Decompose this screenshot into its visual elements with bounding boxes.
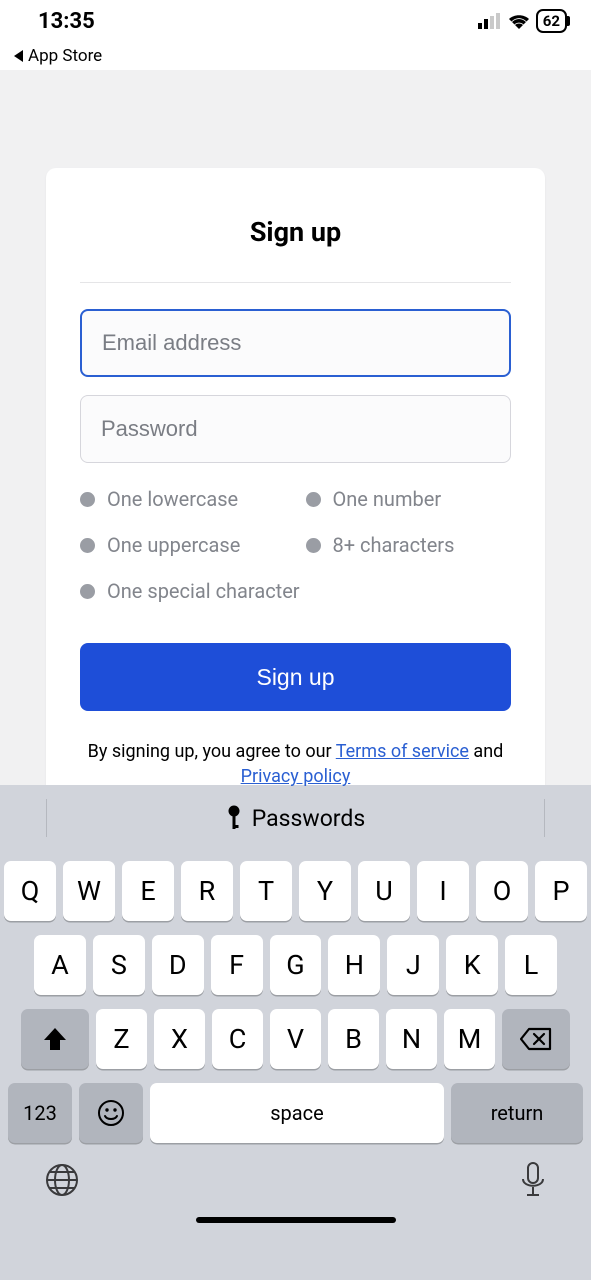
key-emoji[interactable] xyxy=(79,1083,143,1143)
key-row-2: A S D F G H J K L xyxy=(4,935,587,995)
key-j[interactable]: J xyxy=(387,935,439,995)
rule-dot-icon xyxy=(80,584,95,599)
key-row-4: 123 space return xyxy=(4,1083,587,1143)
battery-icon: 62 xyxy=(536,9,567,33)
key-s[interactable]: S xyxy=(93,935,145,995)
status-icons: 62 xyxy=(478,9,567,33)
key-row-1: Q W E R T Y U I O P xyxy=(4,861,587,921)
rule-chars: 8+ characters xyxy=(306,533,512,557)
key-e[interactable]: E xyxy=(122,861,174,921)
rule-label: One special character xyxy=(107,579,300,603)
key-z[interactable]: Z xyxy=(96,1009,147,1069)
keyboard: Passwords Q W E R T Y U I O P A S D F G … xyxy=(0,785,591,1280)
back-to-app[interactable]: App Store xyxy=(0,42,591,70)
key-w[interactable]: W xyxy=(63,861,115,921)
rule-special: One special character xyxy=(80,579,511,603)
key-p[interactable]: P xyxy=(535,861,587,921)
key-d[interactable]: D xyxy=(152,935,204,995)
key-x[interactable]: X xyxy=(154,1009,205,1069)
rule-uppercase: One uppercase xyxy=(80,533,286,557)
rule-dot-icon xyxy=(80,492,95,507)
password-rules: One lowercase One number One uppercase 8… xyxy=(80,487,511,603)
agree-prefix: By signing up, you agree to our xyxy=(88,741,336,762)
rule-dot-icon xyxy=(306,538,321,553)
key-t[interactable]: T xyxy=(240,861,292,921)
rule-label: One number xyxy=(333,487,442,511)
mic-icon[interactable] xyxy=(519,1161,547,1199)
key-i[interactable]: I xyxy=(417,861,469,921)
separator xyxy=(544,799,545,837)
key-o[interactable]: O xyxy=(476,861,528,921)
wifi-icon xyxy=(508,13,530,29)
rule-lowercase: One lowercase xyxy=(80,487,286,511)
rule-dot-icon xyxy=(306,492,321,507)
agree-mid: and xyxy=(469,741,503,762)
key-y[interactable]: Y xyxy=(299,861,351,921)
back-label: App Store xyxy=(28,46,102,66)
key-k[interactable]: K xyxy=(446,935,498,995)
key-r[interactable]: R xyxy=(181,861,233,921)
key-row-3: Z X C V B N M xyxy=(4,1009,587,1069)
globe-icon[interactable] xyxy=(44,1162,80,1198)
key-a[interactable]: A xyxy=(34,935,86,995)
key-g[interactable]: G xyxy=(270,935,322,995)
key-f[interactable]: F xyxy=(211,935,263,995)
status-time: 13:35 xyxy=(38,9,95,34)
key-numbers[interactable]: 123 xyxy=(8,1083,72,1143)
rule-number: One number xyxy=(306,487,512,511)
status-bar: 13:35 62 xyxy=(0,0,591,42)
key-u[interactable]: U xyxy=(358,861,410,921)
back-triangle-icon xyxy=(14,50,23,62)
passwords-label: Passwords xyxy=(252,805,365,832)
keyboard-bottom-bar xyxy=(0,1143,591,1199)
key-space[interactable]: space xyxy=(150,1083,444,1143)
divider xyxy=(80,282,511,283)
separator xyxy=(46,799,47,837)
signup-card: Sign up One lowercase One number One upp… xyxy=(46,168,545,799)
key-v[interactable]: V xyxy=(270,1009,321,1069)
content-area: Sign up One lowercase One number One upp… xyxy=(0,70,591,785)
key-q[interactable]: Q xyxy=(4,861,56,921)
key-m[interactable]: M xyxy=(444,1009,495,1069)
key-rows: Q W E R T Y U I O P A S D F G H J K L Z xyxy=(0,851,591,1143)
key-shift[interactable] xyxy=(21,1009,89,1069)
rule-label: 8+ characters xyxy=(333,533,455,557)
key-b[interactable]: B xyxy=(328,1009,379,1069)
terms-link[interactable]: Terms of service xyxy=(336,741,469,762)
key-return[interactable]: return xyxy=(451,1083,583,1143)
key-n[interactable]: N xyxy=(386,1009,437,1069)
rule-dot-icon xyxy=(80,538,95,553)
password-field[interactable] xyxy=(80,395,511,463)
page-title: Sign up xyxy=(80,216,511,248)
key-icon xyxy=(226,805,242,831)
key-h[interactable]: H xyxy=(328,935,380,995)
email-field[interactable] xyxy=(80,309,511,377)
passwords-suggestion[interactable]: Passwords xyxy=(0,785,591,851)
home-indicator[interactable] xyxy=(196,1217,396,1223)
key-l[interactable]: L xyxy=(505,935,557,995)
key-backspace[interactable] xyxy=(502,1009,570,1069)
rule-label: One uppercase xyxy=(107,533,240,557)
rule-label: One lowercase xyxy=(107,487,238,511)
key-c[interactable]: C xyxy=(212,1009,263,1069)
agree-text: By signing up, you agree to our Terms of… xyxy=(80,739,511,789)
signup-button[interactable]: Sign up xyxy=(80,643,511,711)
cellular-icon xyxy=(478,13,502,29)
